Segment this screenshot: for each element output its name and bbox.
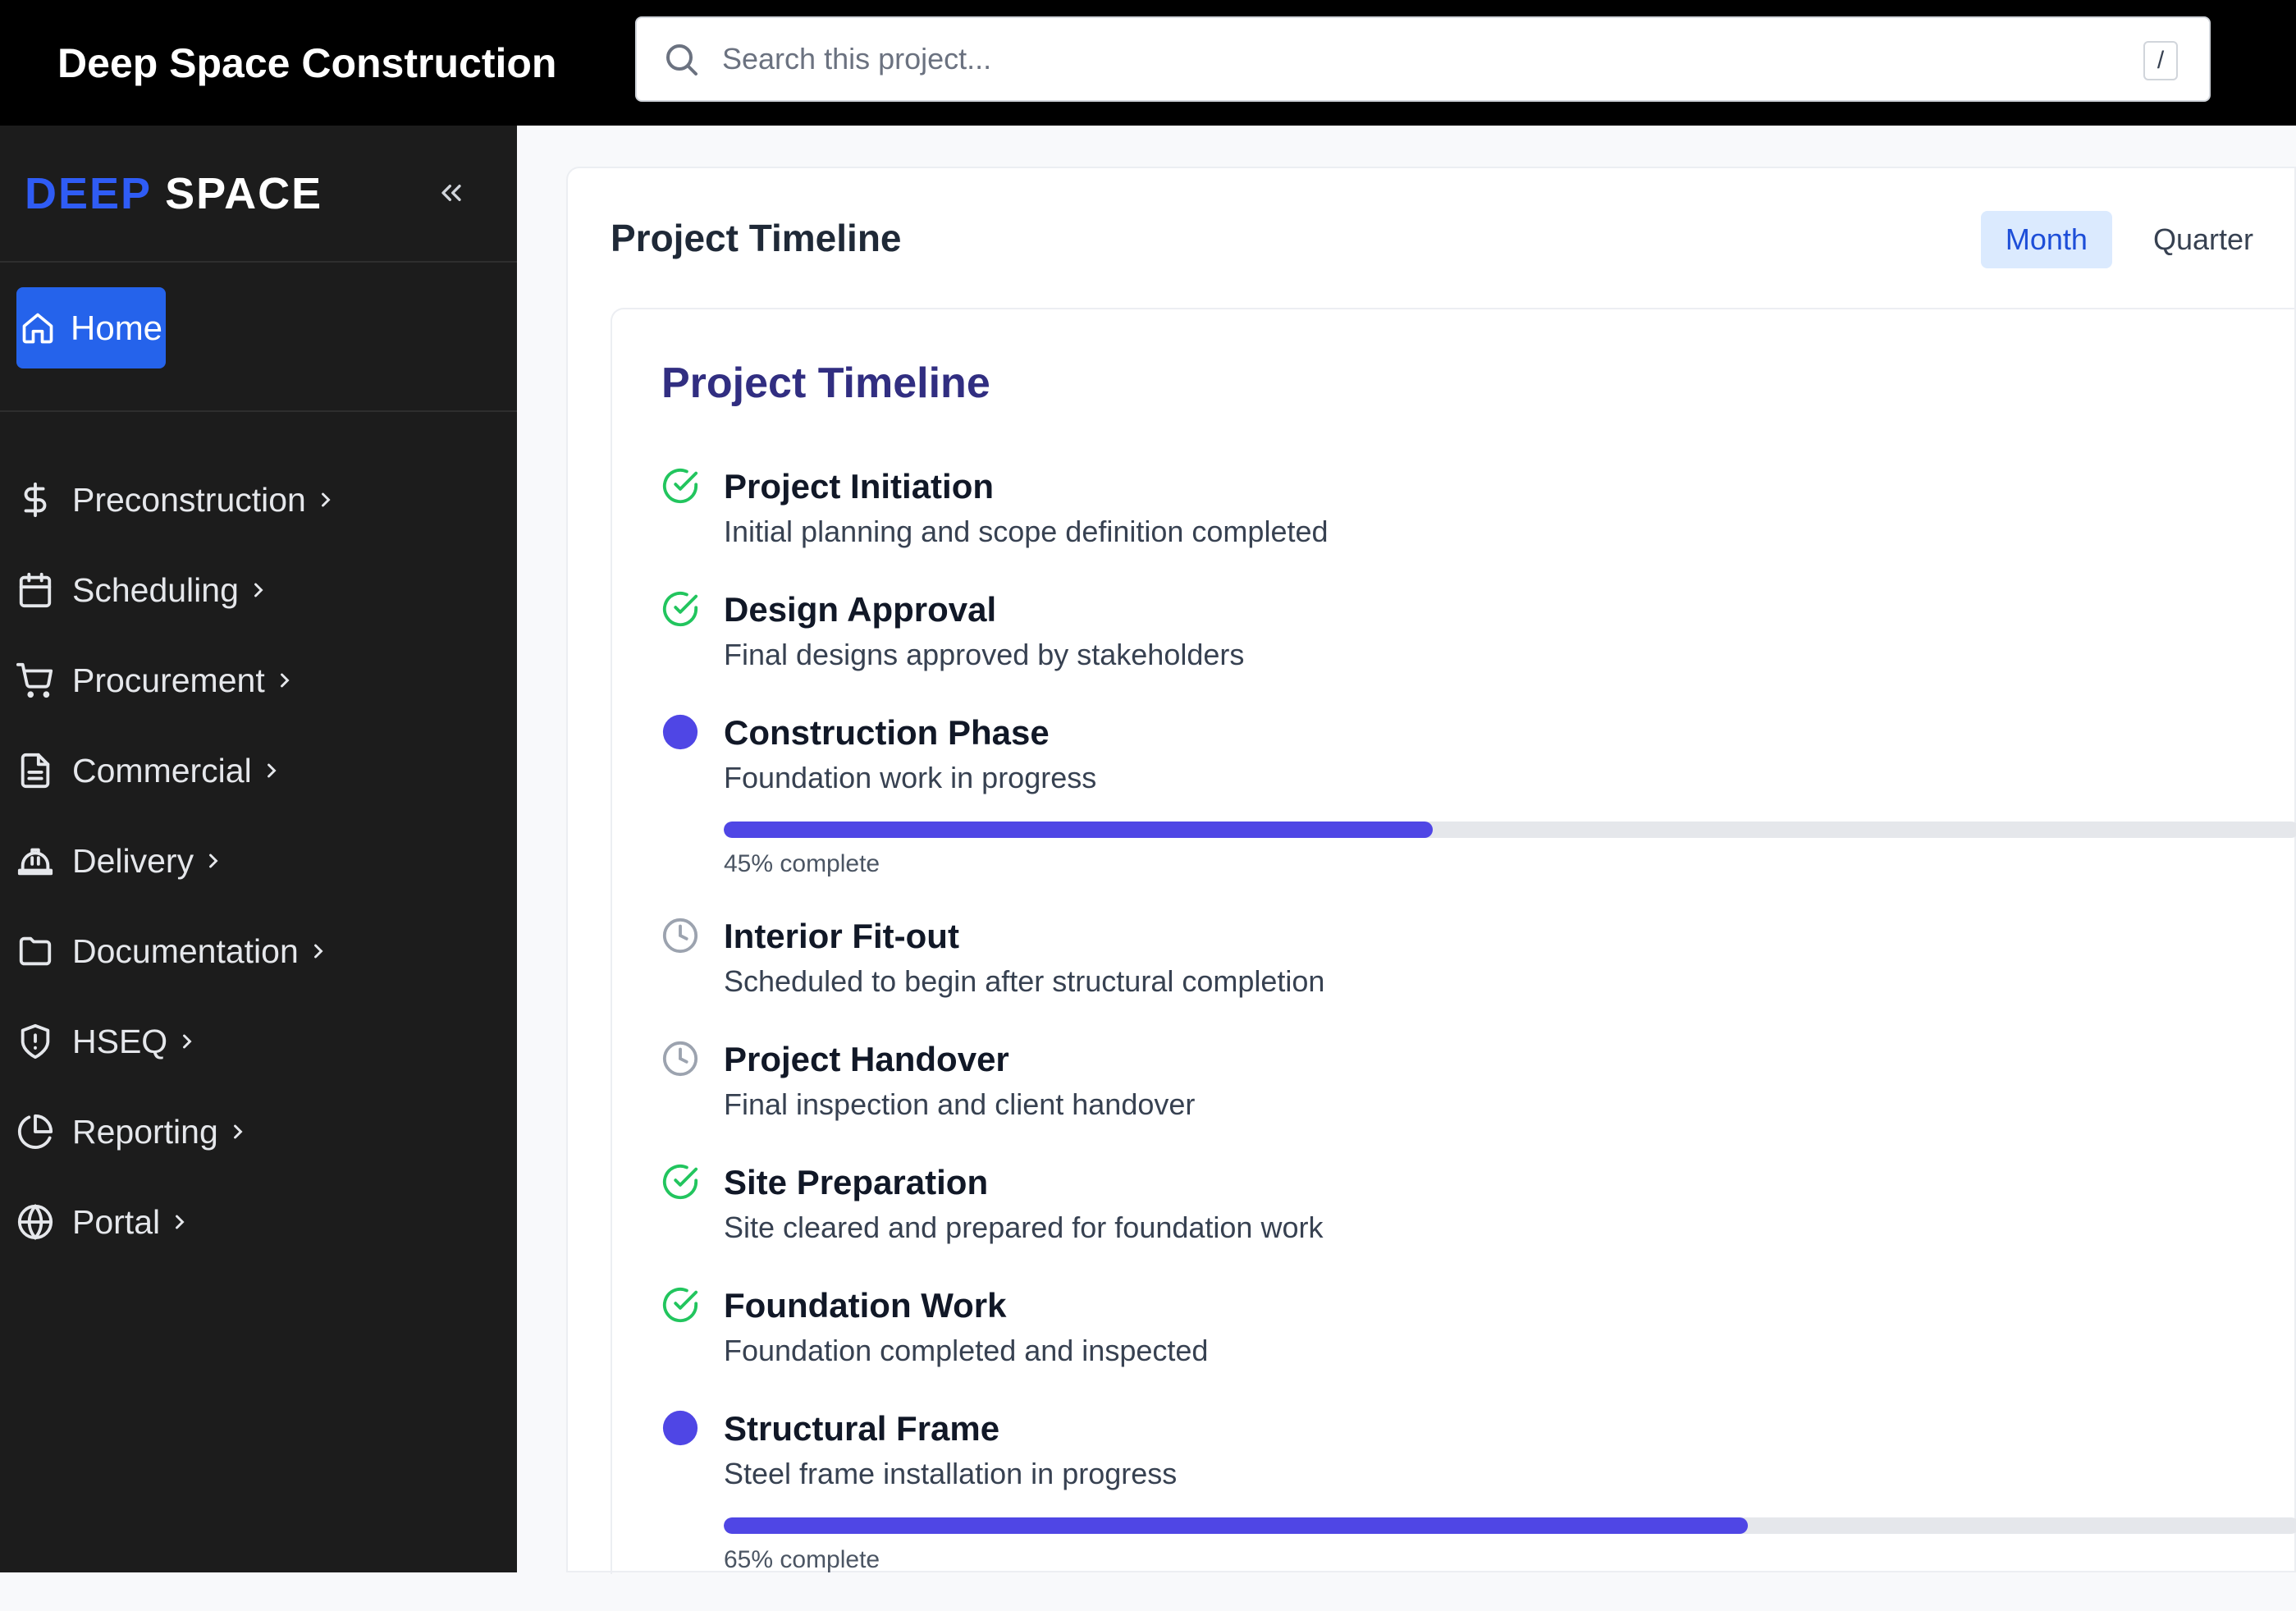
progress-bar-fill bbox=[724, 822, 1433, 838]
view-toggle: Month Quarter bbox=[1980, 211, 2294, 268]
progress-bar-fill bbox=[724, 1517, 1748, 1534]
timeline-item-description: Site cleared and prepared for foundation… bbox=[724, 1211, 1324, 1244]
logo: DEEP SPACE bbox=[25, 168, 323, 218]
sidebar-item-label: Scheduling bbox=[72, 570, 239, 609]
sidebar-nav: Preconstruction Scheduling Procurement C… bbox=[0, 412, 517, 1267]
sidebar-item-hseq[interactable]: HSEQ bbox=[0, 996, 517, 1087]
sidebar-item-documentation[interactable]: Documentation bbox=[0, 906, 517, 996]
pie-chart-icon bbox=[17, 1114, 53, 1149]
timeline-card: Project Timeline Month Quarter Project T… bbox=[566, 167, 2296, 1574]
sidebar-item-home[interactable]: Home bbox=[16, 287, 166, 368]
sidebar-item-label: Procurement bbox=[72, 661, 265, 699]
document-icon bbox=[21, 753, 50, 789]
shield-icon bbox=[21, 1023, 50, 1060]
sidebar-item-label: Portal bbox=[72, 1202, 161, 1241]
sidebar-item-label: Delivery bbox=[72, 841, 194, 880]
sidebar-item-label: HSEQ bbox=[72, 1022, 168, 1060]
home-section: Home bbox=[0, 263, 517, 412]
timeline-item: Construction Phase Foundation work in pro… bbox=[661, 712, 2296, 882]
timeline-item-description: Foundation work in progress bbox=[724, 761, 1097, 794]
home-icon bbox=[22, 313, 53, 343]
sidebar-item-preconstruction[interactable]: Preconstruction bbox=[0, 455, 517, 545]
calendar-icon bbox=[19, 572, 52, 608]
hardhat-icon bbox=[17, 848, 53, 876]
sidebar-item-label: Reporting bbox=[72, 1112, 218, 1151]
chevron-right-icon bbox=[176, 1215, 185, 1229]
timeline-item-title: Construction Phase bbox=[724, 713, 1050, 752]
globe-icon bbox=[17, 1203, 53, 1241]
dollar-icon bbox=[24, 482, 47, 518]
timeline-item-title: Foundation Work bbox=[724, 1286, 1007, 1325]
timeline-panel: Project Timeline Project Initiation Initi… bbox=[611, 308, 2296, 1574]
timeline-item-description: Final designs approved by stakeholders bbox=[724, 638, 1245, 671]
timeline-item-description: Final inspection and client handover bbox=[724, 1087, 1196, 1121]
collapse-sidebar-icon[interactable] bbox=[435, 176, 468, 209]
timeline-item-description: Steel frame installation in progress bbox=[724, 1457, 1178, 1490]
chevron-right-icon bbox=[254, 583, 263, 597]
search-input[interactable] bbox=[722, 42, 2117, 76]
progress-bar bbox=[724, 822, 2296, 838]
timeline-item-title: Design Approval bbox=[724, 590, 997, 629]
check-circle-icon bbox=[662, 1287, 698, 1323]
sidebar-item-portal[interactable]: Portal bbox=[0, 1177, 517, 1267]
sidebar-item-label: Commercial bbox=[72, 751, 252, 789]
sidebar-item-label: Preconstruction bbox=[72, 480, 306, 519]
sidebar: DEEP SPACE Home Preconstruction Scheduli… bbox=[0, 126, 517, 1572]
timeline-item-description: Foundation completed and inspected bbox=[724, 1334, 1209, 1367]
timeline-title: Project Timeline bbox=[661, 359, 990, 407]
chevron-right-icon bbox=[209, 854, 218, 868]
in-progress-dot-icon bbox=[662, 714, 698, 750]
timeline-item-description: Initial planning and scope definition co… bbox=[724, 515, 1329, 548]
app-title: Deep Space Construction bbox=[57, 39, 557, 86]
timeline-item: Structural Frame Steel frame installation… bbox=[661, 1407, 2296, 1578]
check-circle-icon bbox=[662, 591, 698, 627]
check-circle-icon bbox=[662, 468, 698, 504]
in-progress-dot-icon bbox=[662, 1410, 698, 1446]
timeline-item: Project Initiation Initial planning and s… bbox=[661, 465, 2296, 552]
clock-icon bbox=[662, 1041, 698, 1077]
progress-label: 65% complete bbox=[724, 1546, 880, 1573]
sidebar-item-scheduling[interactable]: Scheduling bbox=[0, 545, 517, 635]
sidebar-item-label: Documentation bbox=[72, 931, 299, 970]
timeline-item-description: Scheduled to begin after structural comp… bbox=[724, 964, 1325, 998]
chevron-right-icon bbox=[280, 673, 290, 688]
timeline-item-title: Structural Frame bbox=[724, 1409, 1000, 1448]
timeline-item: Design Approval Final designs approved by… bbox=[661, 588, 2296, 675]
page-title: Project Timeline bbox=[611, 217, 902, 259]
timeline-item: Interior Fit-out Scheduled to begin after… bbox=[661, 915, 2296, 1002]
sidebar-header: DEEP SPACE bbox=[0, 126, 517, 263]
chevron-right-icon bbox=[313, 944, 323, 959]
clock-icon bbox=[662, 918, 698, 954]
sidebar-item-procurement[interactable]: Procurement bbox=[0, 635, 517, 725]
timeline-item-title: Site Preparation bbox=[724, 1163, 989, 1201]
timeline-item: Site Preparation Site cleared and prepare… bbox=[661, 1161, 2296, 1248]
quarter-toggle-button[interactable]: Quarter bbox=[2129, 211, 2278, 268]
search-box[interactable]: / bbox=[635, 16, 2211, 102]
timeline-item: Foundation Work Foundation completed and … bbox=[661, 1284, 2296, 1371]
chevron-right-icon bbox=[267, 763, 277, 778]
timeline-item-title: Interior Fit-out bbox=[724, 917, 959, 955]
progress-bar bbox=[724, 1517, 2296, 1534]
check-circle-icon bbox=[662, 1164, 698, 1200]
chevron-right-icon bbox=[183, 1034, 192, 1049]
sidebar-item-delivery[interactable]: Delivery bbox=[0, 816, 517, 906]
timeline-list: Project Initiation Initial planning and s… bbox=[661, 465, 2296, 1611]
timeline-item-title: Project Initiation bbox=[724, 467, 995, 506]
top-bar: Deep Space Construction / bbox=[0, 0, 2296, 126]
chevron-right-icon bbox=[233, 1124, 243, 1139]
sidebar-item-commercial[interactable]: Commercial bbox=[0, 725, 517, 816]
cart-icon bbox=[16, 662, 53, 698]
chevron-right-icon bbox=[321, 492, 331, 507]
timeline-item: Project Handover Final inspection and cli… bbox=[661, 1038, 2296, 1125]
timeline-item-title: Project Handover bbox=[724, 1040, 1009, 1078]
card-header: Project Timeline Month Quarter bbox=[568, 168, 2294, 308]
search-shortcut-badge: / bbox=[2143, 41, 2178, 80]
folder-icon bbox=[19, 936, 52, 966]
month-toggle-button[interactable]: Month bbox=[1980, 211, 2112, 268]
sidebar-item-label: Home bbox=[71, 308, 163, 347]
sidebar-item-reporting[interactable]: Reporting bbox=[0, 1087, 517, 1177]
search-icon bbox=[666, 44, 697, 76]
progress-label: 45% complete bbox=[724, 850, 880, 877]
